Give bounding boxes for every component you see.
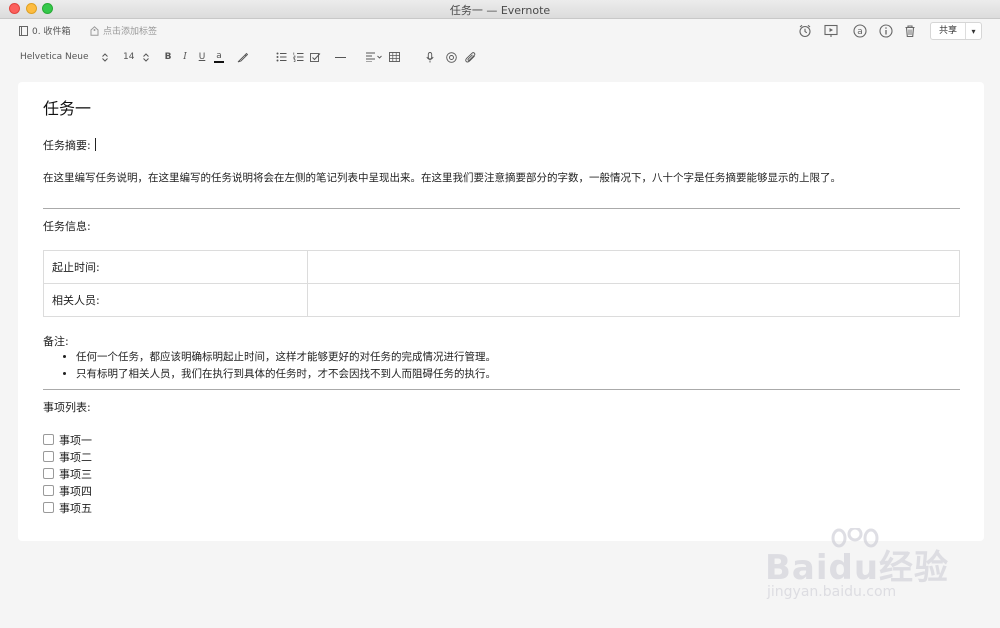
list-item: 任何一个任务，都应该明确标明起止时间，这样才能够更好的对任务的完成情况进行管理。 xyxy=(76,349,496,366)
text-caret xyxy=(94,138,96,151)
divider xyxy=(43,389,960,390)
todo-checkbox[interactable] xyxy=(43,485,54,496)
checkbox-icon[interactable] xyxy=(308,50,322,64)
at-sign-icon[interactable]: a xyxy=(852,23,868,39)
evernote-window: 任务一 — Evernote 0. 收件箱 点击添加标签 a 共享 ▾ Helv… xyxy=(0,0,1000,628)
todo-checkbox[interactable] xyxy=(43,451,54,462)
trash-icon[interactable] xyxy=(902,23,918,39)
notes-list: 任何一个任务，都应该明确标明起止时间，这样才能够更好的对任务的完成情况进行管理。… xyxy=(43,349,496,383)
table-cell-value[interactable] xyxy=(307,283,960,317)
tag-icon xyxy=(90,25,99,36)
table-cell-value[interactable] xyxy=(307,250,960,284)
table-cell-key[interactable]: 起止时间: xyxy=(43,250,308,284)
share-button[interactable]: 共享 ▾ xyxy=(930,22,982,40)
alarm-clock-icon[interactable] xyxy=(797,23,813,39)
align-dropdown-icon[interactable] xyxy=(364,50,384,64)
checklist-item: 事项三 xyxy=(43,465,92,482)
bullet-list-icon[interactable] xyxy=(274,50,288,64)
todo-checkbox[interactable] xyxy=(43,502,54,513)
info-label: 任务信息: xyxy=(43,220,91,233)
table-row: 起止时间: xyxy=(43,250,960,284)
font-family-value: Helvetica Neue xyxy=(20,52,89,62)
divider xyxy=(43,208,960,209)
info-table: 起止时间: 相关人员: xyxy=(43,250,960,317)
notebook-icon xyxy=(19,25,28,36)
checklist-item-label: 事项三 xyxy=(59,467,92,481)
summary-text: 在这里编写任务说明，在这里编写的任务说明将会在左侧的笔记列表中呈现出来。在这里我… xyxy=(43,172,841,184)
window-title: 任务一 — Evernote xyxy=(449,4,551,17)
presentation-icon[interactable] xyxy=(823,23,839,39)
microphone-icon[interactable] xyxy=(424,50,436,64)
font-size-select[interactable]: 14 xyxy=(123,50,134,64)
font-family-stepper-icon[interactable] xyxy=(100,50,110,64)
numbered-list-icon[interactable] xyxy=(291,50,305,64)
info-icon[interactable] xyxy=(878,23,894,39)
italic-button[interactable]: I xyxy=(180,50,190,64)
todo-label: 事项列表: xyxy=(43,401,91,414)
list-item: 只有标明了相关人员，我们在执行到具体的任务时，才不会因找不到人而阻碍任务的执行。 xyxy=(76,366,496,383)
checklist-item: 事项四 xyxy=(43,482,92,499)
attachment-icon[interactable] xyxy=(464,50,478,64)
tag-placeholder: 点击添加标签 xyxy=(103,27,158,37)
svg-text:a: a xyxy=(857,27,863,37)
horizontal-rule-icon[interactable] xyxy=(333,50,347,64)
notes-label: 备注: xyxy=(43,335,69,348)
checklist-item-label: 事项五 xyxy=(59,501,92,515)
format-toolbar: Helvetica Neue 14 B I U a xyxy=(0,45,1000,69)
checklist-item: 事项二 xyxy=(43,448,92,465)
note-title[interactable]: 任务一 xyxy=(43,95,91,119)
checklist-item: 事项五 xyxy=(43,499,92,516)
note-toolbar: 0. 收件箱 点击添加标签 a 共享 ▾ xyxy=(0,19,1000,43)
highlighter-icon[interactable] xyxy=(235,50,249,64)
chevron-down-icon[interactable]: ▾ xyxy=(966,27,981,36)
font-size-value: 14 xyxy=(123,52,135,62)
baidu-watermark: Baidu经验 jingyan.baidu.com xyxy=(765,528,965,608)
share-label: 共享 xyxy=(931,23,966,39)
checklist-item-label: 事项四 xyxy=(59,484,92,498)
todo-checkbox[interactable] xyxy=(43,468,54,479)
table-cell-key[interactable]: 相关人员: xyxy=(43,283,308,317)
bold-button[interactable]: B xyxy=(163,50,173,64)
notebook-name: 0. 收件箱 xyxy=(32,27,71,37)
todo-checkbox[interactable] xyxy=(43,434,54,445)
checklist-item-label: 事项一 xyxy=(59,433,92,447)
font-size-stepper-icon[interactable] xyxy=(141,50,151,64)
underline-button[interactable]: U xyxy=(197,50,207,64)
notebook-selector[interactable]: 0. 收件箱 xyxy=(19,24,70,37)
table-row: 相关人员: xyxy=(43,283,960,317)
summary-label: 任务摘要: xyxy=(43,137,96,153)
note-editor[interactable]: 任务一 任务摘要: 在这里编写任务说明，在这里编写的任务说明将会在左侧的笔记列表… xyxy=(18,82,984,541)
todo-checklist: 事项一 事项二 事项三 事项四 事项五 xyxy=(43,431,92,516)
text-color-button[interactable]: a xyxy=(214,50,224,63)
summary-label-text: 任务摘要: xyxy=(43,139,91,152)
table-icon[interactable] xyxy=(387,50,401,64)
checklist-item: 事项一 xyxy=(43,431,92,448)
watermark-brand: Baidu经验 xyxy=(765,548,950,588)
checklist-item-label: 事项二 xyxy=(59,450,92,464)
font-family-select[interactable]: Helvetica Neue xyxy=(20,50,89,64)
title-bar: 任务一 — Evernote xyxy=(0,0,1000,19)
camera-icon[interactable] xyxy=(444,50,458,64)
watermark-url: jingyan.baidu.com xyxy=(767,584,897,600)
tag-input[interactable]: 点击添加标签 xyxy=(90,24,157,37)
